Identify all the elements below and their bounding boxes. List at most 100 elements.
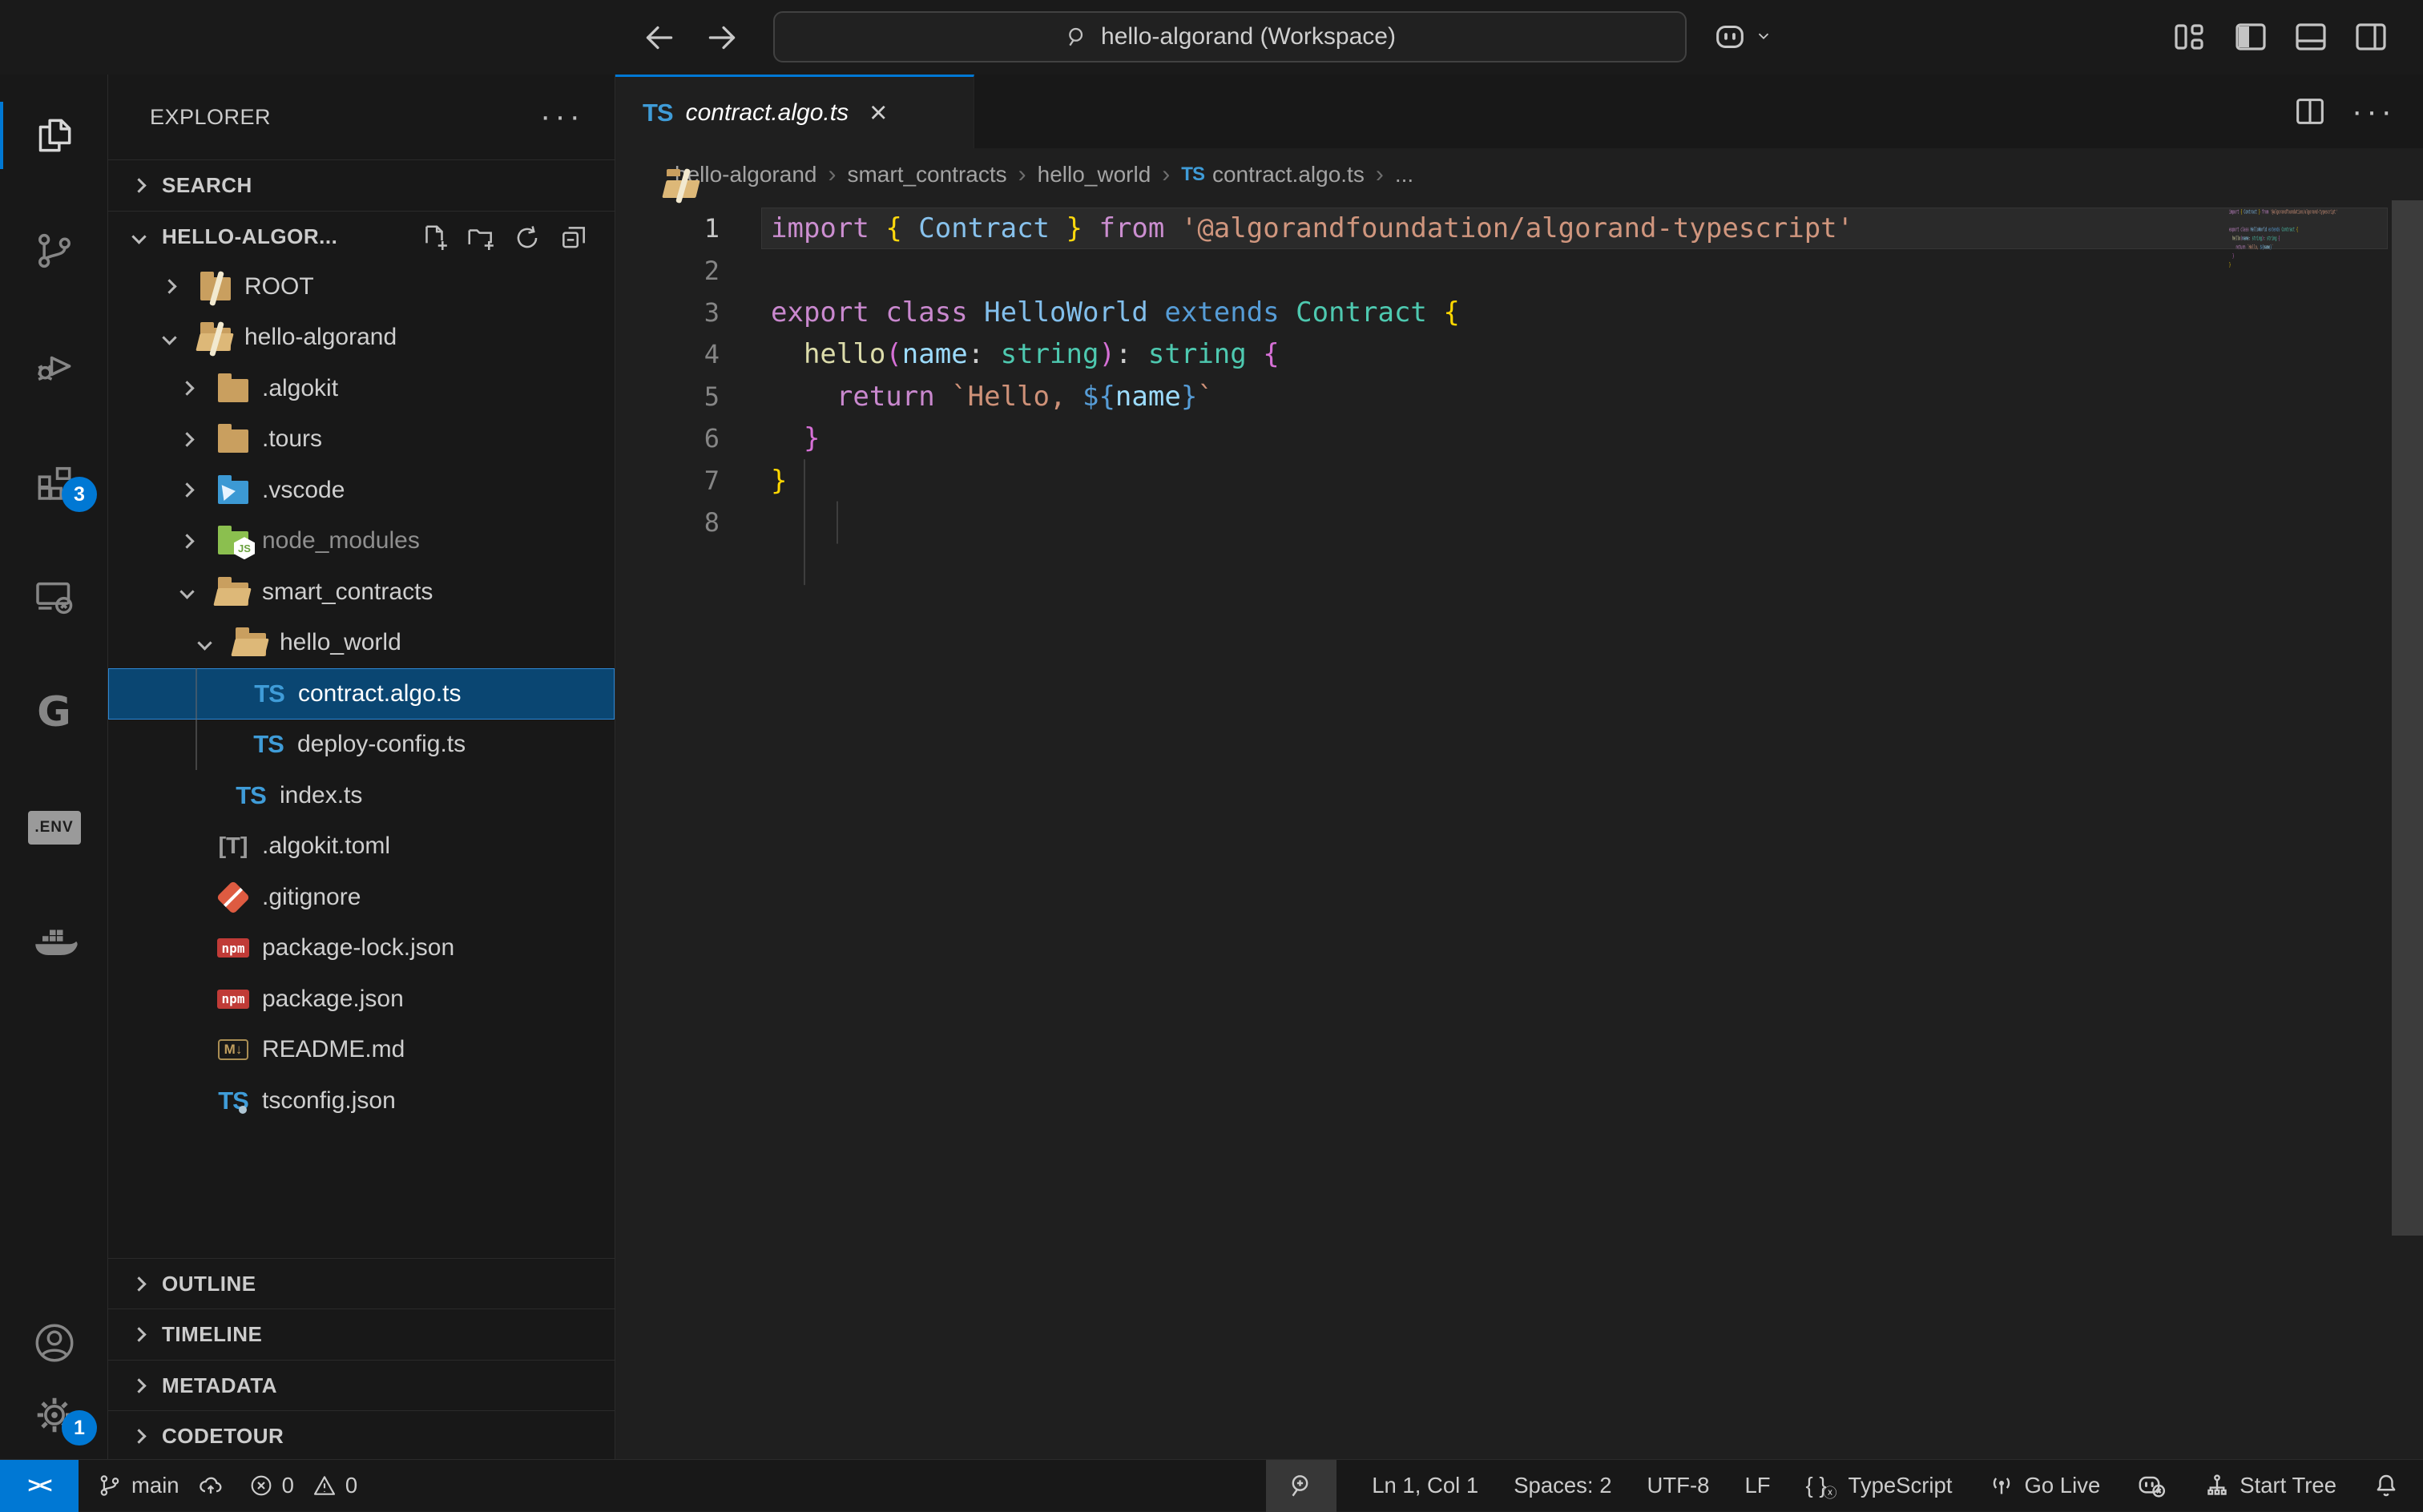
- tree-item-.tours[interactable]: .tours: [108, 414, 615, 466]
- tab-close-icon[interactable]: ×: [869, 98, 887, 128]
- file-icon-folderOpen: [211, 570, 256, 615]
- go-live-button[interactable]: Go Live: [1987, 1471, 2100, 1500]
- toggle-secondary-sidebar-button[interactable]: [2352, 18, 2392, 58]
- chevron-down-icon: [1755, 27, 1772, 45]
- code-line-5[interactable]: 5 return `Hello, ${name}`: [615, 376, 2423, 417]
- tree-item-label: hello-algorand: [244, 324, 397, 351]
- line-number[interactable]: 7: [615, 466, 745, 496]
- chevron-right-icon: [131, 178, 146, 192]
- section-search-label: SEARCH: [162, 173, 252, 198]
- customize-layout-button[interactable]: [2170, 18, 2210, 58]
- minimap[interactable]: import { Contract } from '@algorandfound…: [2229, 208, 2397, 401]
- activitybar-remote-explorer[interactable]: [0, 558, 108, 635]
- remote-indicator-button[interactable]: ><: [0, 1460, 79, 1512]
- collapse-folders-button[interactable]: [558, 223, 591, 255]
- tree-item-index.ts[interactable]: TSindex.ts: [108, 770, 615, 821]
- breadcrumb-item-smart_contracts[interactable]: smart_contracts: [847, 162, 1006, 187]
- activitybar-account[interactable]: [0, 1304, 108, 1381]
- codetour-label: Start Tree: [2240, 1473, 2336, 1498]
- activitybar-run-debug[interactable]: [0, 328, 108, 405]
- code-line-7[interactable]: 7}: [615, 459, 2423, 501]
- code-line-3[interactable]: 3export class HelloWorld extends Contrac…: [615, 292, 2423, 333]
- eol-button[interactable]: LF: [1744, 1473, 1770, 1498]
- tree-item-ROOT[interactable]: ROOT: [108, 261, 615, 312]
- activitybar-env[interactable]: .ENV: [0, 789, 108, 866]
- tree-item-node_modules[interactable]: JSnode_modules: [108, 516, 615, 567]
- codetour-start-button[interactable]: Start Tree: [2203, 1471, 2336, 1500]
- line-number[interactable]: 8: [615, 507, 745, 538]
- code-line-1[interactable]: 1import { Contract } from '@algorandfoun…: [615, 208, 2423, 249]
- activitybar-algokit[interactable]: G: [0, 674, 108, 751]
- tree-item-label: .gitignore: [262, 884, 361, 911]
- code-line-2[interactable]: 2: [615, 249, 2423, 291]
- line-number[interactable]: 5: [615, 381, 745, 412]
- tree-item-deploy-config.ts[interactable]: TSdeploy-config.ts: [108, 720, 615, 771]
- section-workspace[interactable]: HELLO-ALGOR...: [108, 211, 615, 262]
- breadcrumb-item-contract.algo.ts[interactable]: TScontract.algo.ts: [1181, 162, 1365, 187]
- tab-contract-algo-ts[interactable]: TS contract.algo.ts ×: [615, 75, 974, 148]
- new-folder-button[interactable]: [466, 223, 498, 255]
- tree-item-contract.algo.ts[interactable]: TScontract.algo.ts: [108, 668, 615, 720]
- problems-button[interactable]: 0 0: [248, 1473, 358, 1498]
- section-metadata[interactable]: METADATA: [108, 1360, 615, 1411]
- encoding-button[interactable]: UTF-8: [1647, 1473, 1710, 1498]
- sidebar-right-icon: [2352, 18, 2390, 56]
- section-search[interactable]: SEARCH: [108, 159, 615, 211]
- breadcrumb-item-...[interactable]: ...: [1395, 162, 1413, 187]
- activitybar-settings[interactable]: 1: [0, 1377, 108, 1454]
- file-icon-toml: [T]: [211, 824, 256, 869]
- tree-item-README.md[interactable]: M↓README.md: [108, 1025, 615, 1076]
- tree-item-.algokit[interactable]: .algokit: [108, 363, 615, 414]
- language-mode-button[interactable]: { }ⓧ TypeScript: [1806, 1473, 1953, 1498]
- line-number[interactable]: 6: [615, 423, 745, 454]
- tree-item-.vscode[interactable]: .vscode: [108, 465, 615, 516]
- tree-item-label: smart_contracts: [262, 579, 433, 606]
- nav-back-button[interactable]: [639, 18, 679, 58]
- new-file-button[interactable]: [419, 223, 451, 255]
- section-outline[interactable]: OUTLINE: [108, 1258, 615, 1309]
- branch-button[interactable]: main: [96, 1472, 224, 1499]
- copilot-status-button[interactable]: [2135, 1470, 2167, 1502]
- command-center-search[interactable]: hello-algorand (Workspace): [773, 11, 1687, 62]
- explorer-more-actions-icon[interactable]: ···: [540, 99, 584, 135]
- tree-item-hello_world[interactable]: hello_world: [108, 618, 615, 669]
- notifications-button[interactable]: [2372, 1471, 2401, 1500]
- line-number[interactable]: 3: [615, 297, 745, 328]
- refresh-button[interactable]: [512, 223, 544, 255]
- breadcrumb-item-hello_world[interactable]: hello_world: [1038, 162, 1151, 187]
- tree-item-package.json[interactable]: npmpackage.json: [108, 974, 615, 1025]
- tree-item-.algokit.toml[interactable]: [T].algokit.toml: [108, 821, 615, 873]
- toggle-panel-button[interactable]: [2292, 18, 2332, 58]
- line-number[interactable]: 4: [615, 339, 745, 369]
- nav-forward-button[interactable]: [702, 18, 742, 58]
- breadcrumb-separator: ›: [828, 161, 836, 188]
- activitybar-source-control[interactable]: [0, 212, 108, 289]
- cursor-position-button[interactable]: Ln 1, Col 1: [1372, 1473, 1478, 1498]
- activitybar-explorer[interactable]: [0, 97, 108, 174]
- activitybar-docker[interactable]: [0, 905, 108, 982]
- line-number[interactable]: 2: [615, 256, 745, 286]
- section-timeline[interactable]: TIMELINE: [108, 1308, 615, 1360]
- tree-item-tsconfig.json[interactable]: TStsconfig.json: [108, 1075, 615, 1127]
- indentation-button[interactable]: Spaces: 2: [1514, 1473, 1611, 1498]
- code-text: }: [745, 422, 820, 454]
- code-editor[interactable]: 1 import { Contract } from '@algorandfoun…: [615, 200, 2423, 1459]
- code-line-8[interactable]: 8: [615, 502, 2423, 543]
- file-icon-git: [211, 875, 256, 920]
- tree-item-hello-algorand[interactable]: hello-algorand: [108, 312, 615, 364]
- code-line-4[interactable]: 4 hello(name: string): string {: [615, 333, 2423, 375]
- tree-item-smart_contracts[interactable]: smart_contracts: [108, 566, 615, 618]
- zoom-indicator-button[interactable]: [1266, 1460, 1336, 1512]
- line-number[interactable]: 1: [615, 213, 745, 244]
- code-line-6[interactable]: 6 }: [615, 417, 2423, 459]
- editor-more-actions-icon[interactable]: ···: [2352, 75, 2396, 148]
- split-editor-button[interactable]: [2292, 75, 2328, 148]
- copilot-menu-button[interactable]: [1711, 18, 1772, 54]
- toggle-primary-sidebar-button[interactable]: [2231, 18, 2272, 58]
- breadcrumb-item-hello-algorand[interactable]: hello-algorand: [667, 162, 816, 187]
- section-codetour[interactable]: CODETOUR: [108, 1410, 615, 1462]
- tree-item-package-lock.json[interactable]: npmpackage-lock.json: [108, 923, 615, 974]
- activitybar-extensions[interactable]: 3: [0, 443, 108, 520]
- editor-scrollbar-thumb[interactable]: [2392, 200, 2423, 1236]
- tree-item-.gitignore[interactable]: .gitignore: [108, 872, 615, 923]
